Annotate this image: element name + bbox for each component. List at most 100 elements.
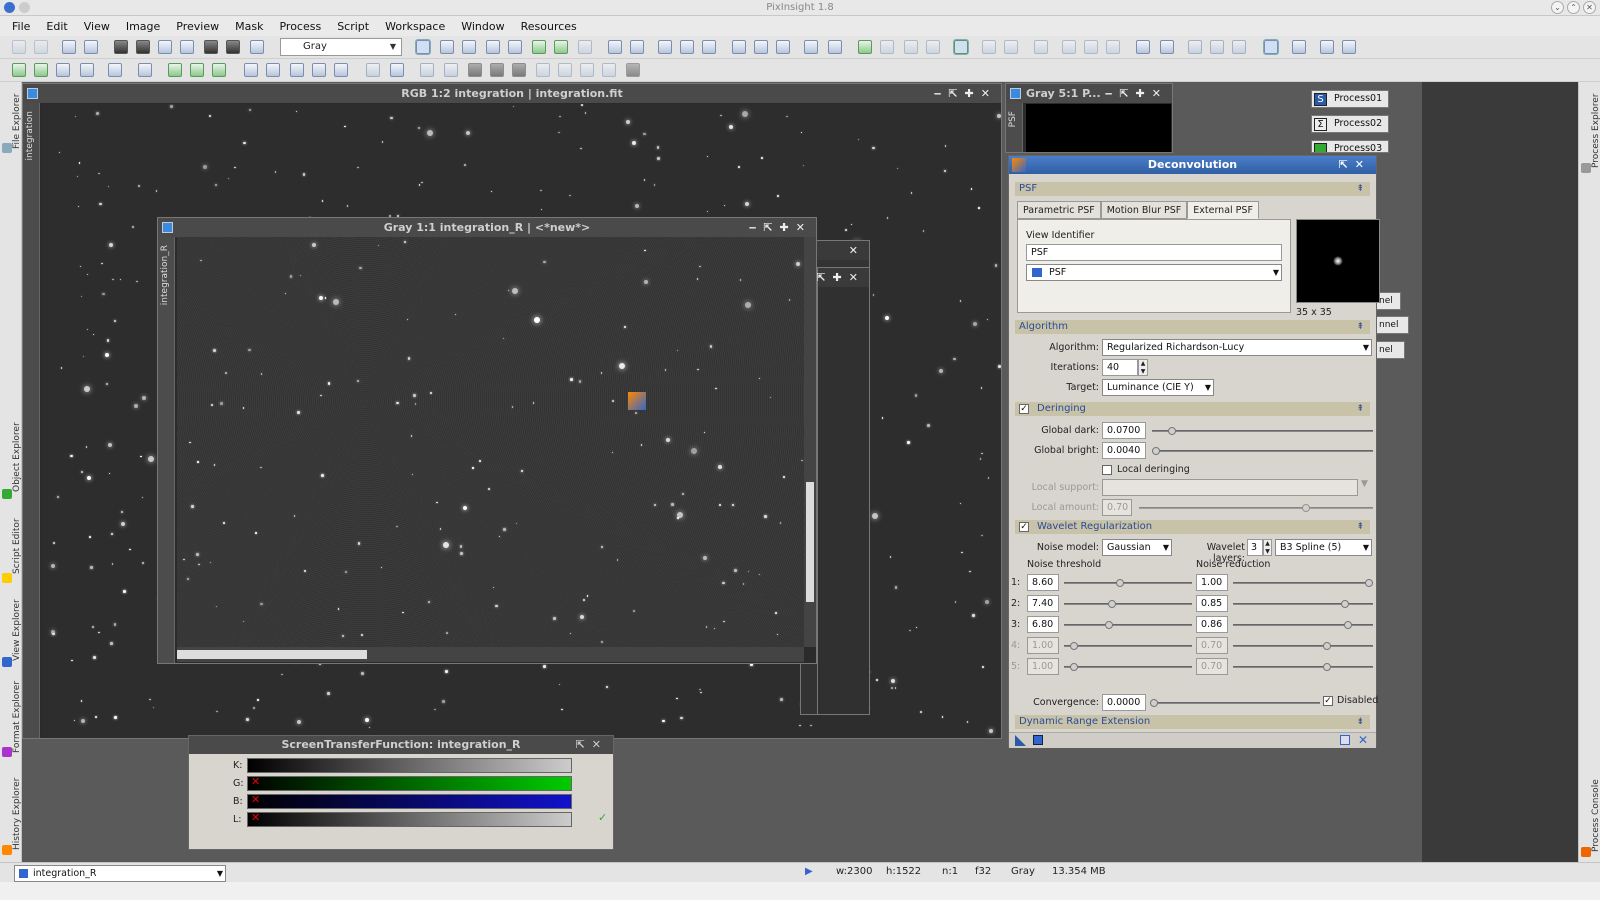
duplicate-icon[interactable] <box>84 40 98 54</box>
view-k-icon[interactable] <box>602 63 616 77</box>
menu-process[interactable]: Process <box>271 20 329 33</box>
view-h-icon[interactable] <box>536 63 550 77</box>
menu-workspace[interactable]: Workspace <box>377 20 453 33</box>
process-icon-3[interactable]: Process03 <box>1311 140 1389 153</box>
horizontal-scrollbar[interactable] <box>177 647 804 662</box>
preview-icon[interactable] <box>180 40 194 54</box>
window-r-controls[interactable]: ‒⇱✚✕ <box>749 218 812 237</box>
menu-window[interactable]: Window <box>453 20 512 33</box>
nav-n-icon[interactable] <box>1320 40 1334 54</box>
stf-l-bar[interactable] <box>247 812 572 827</box>
vertical-scrollbar[interactable] <box>804 237 816 647</box>
mask-icon[interactable] <box>114 40 128 54</box>
tab-parametric-psf[interactable]: Parametric PSF <box>1017 201 1101 219</box>
nav-m-icon[interactable] <box>1292 40 1306 54</box>
menu-script[interactable]: Script <box>329 20 377 33</box>
file-explorer-tab[interactable]: File Explorer <box>2 86 22 156</box>
edit-preview-icon[interactable] <box>554 40 568 54</box>
stf-b-disable-icon[interactable]: ✕ <box>251 793 260 806</box>
process-icon-2[interactable]: Σ Process02 <box>1311 115 1389 133</box>
menu-preview[interactable]: Preview <box>168 20 227 33</box>
process-console-tab[interactable]: Process Console <box>1581 772 1600 860</box>
stf-g-bar[interactable] <box>247 776 572 791</box>
zoom-c-icon[interactable] <box>702 40 716 54</box>
nav-h-icon[interactable] <box>1160 40 1174 54</box>
process-icon-6[interactable]: nel <box>1375 341 1405 359</box>
process-explorer-tab[interactable]: Process Explorer <box>1581 86 1600 176</box>
nav-c-icon[interactable] <box>1034 40 1048 54</box>
nav-j-icon[interactable] <box>1210 40 1224 54</box>
apply-icon[interactable] <box>1033 735 1043 745</box>
deconvolution-drag-icon[interactable] <box>628 392 646 410</box>
nav-a-icon[interactable] <box>982 40 996 54</box>
dynamic-range-section-header[interactable]: Dynamic Range Extension ⇟ <box>1015 715 1370 729</box>
menu-resources[interactable]: Resources <box>513 20 585 33</box>
background-window-b[interactable]: ⇱✚✕ <box>816 267 870 715</box>
iterations-input[interactable]: 40 <box>1102 359 1138 376</box>
convergence-input[interactable]: 0.0000 <box>1102 694 1146 711</box>
stf-b-bar[interactable] <box>247 794 572 809</box>
win-d-icon[interactable] <box>880 40 894 54</box>
deringing-section-header[interactable]: ✓ Deringing ⇞ <box>1015 402 1370 416</box>
view-id-tab[interactable]: integration <box>23 103 40 738</box>
noise-reduction-slider[interactable] <box>1233 579 1373 587</box>
win-f-icon[interactable] <box>926 40 940 54</box>
view-selector[interactable]: integration_R ▼ <box>14 865 226 882</box>
global-bright-slider[interactable] <box>1152 447 1373 455</box>
noise-reduction-input[interactable]: 1.00 <box>1196 574 1228 591</box>
stf-titlebar[interactable]: ScreenTransferFunction: integration_R ⇱✕ <box>189 736 613 754</box>
noise-threshold-slider[interactable] <box>1064 621 1192 629</box>
zoom-a-icon[interactable] <box>658 40 672 54</box>
psf-view-tab[interactable]: PSF <box>1006 103 1023 152</box>
arrange-icon[interactable] <box>776 40 790 54</box>
zoom-out-icon[interactable] <box>630 40 644 54</box>
view-c-icon[interactable] <box>420 63 434 77</box>
psf-canvas[interactable] <box>1026 104 1171 152</box>
image-window-r-titlebar[interactable]: Gray 1:1 integration_R | <*new*> ‒⇱✚✕ <box>158 218 816 237</box>
view-explorer-tab[interactable]: View Explorer <box>2 590 22 670</box>
play-icon[interactable]: ▶ <box>805 866 813 877</box>
open-icon[interactable] <box>62 40 76 54</box>
undo-icon[interactable] <box>12 40 26 54</box>
view-i-icon[interactable] <box>558 63 572 77</box>
view-j-icon[interactable] <box>580 63 594 77</box>
tool-e-icon[interactable] <box>108 63 122 77</box>
dialog-controls[interactable]: ⇱✕ <box>1339 156 1371 174</box>
view-select[interactable]: PSF ▼ <box>1026 264 1282 281</box>
zoom-1-icon[interactable] <box>486 40 500 54</box>
tool-d-icon[interactable] <box>80 63 94 77</box>
tool-f-icon[interactable] <box>138 63 152 77</box>
rotate-a-icon[interactable] <box>244 63 258 77</box>
view-e-icon[interactable] <box>468 63 482 77</box>
mirror-h-icon[interactable] <box>312 63 326 77</box>
view-f-icon[interactable] <box>490 63 504 77</box>
noise-threshold-input[interactable]: 6.80 <box>1027 616 1059 633</box>
redo-icon[interactable] <box>34 40 48 54</box>
nav-d-icon[interactable] <box>1062 40 1076 54</box>
invert-mask-icon[interactable] <box>158 40 172 54</box>
stf-ok-icon[interactable]: ✓ <box>598 811 607 824</box>
stf-k-bar[interactable] <box>247 758 572 773</box>
readout-icon[interactable] <box>532 40 546 54</box>
win-g-icon[interactable] <box>953 39 969 55</box>
view-g-icon[interactable] <box>512 63 526 77</box>
view-identifier-input[interactable]: PSF <box>1026 244 1282 261</box>
pointer-icon[interactable] <box>578 40 592 54</box>
convergence-slider[interactable] <box>1150 699 1320 707</box>
mirror-v-icon[interactable] <box>334 63 348 77</box>
noise-threshold-slider[interactable] <box>1064 579 1192 587</box>
history-explorer-tab[interactable]: History Explorer <box>2 770 22 858</box>
global-bright-input[interactable]: 0.0040 <box>1102 442 1146 459</box>
tab-external-psf[interactable]: External PSF <box>1187 201 1259 219</box>
channel-combo[interactable]: Gray ▼ <box>280 38 402 56</box>
nav-b-icon[interactable] <box>1004 40 1018 54</box>
tool-h-icon[interactable] <box>190 63 204 77</box>
zoom-fit-icon[interactable] <box>462 40 476 54</box>
noise-model-select[interactable]: Gaussian ▼ <box>1102 539 1172 556</box>
fit-icon[interactable] <box>440 40 454 54</box>
win-e-icon[interactable] <box>904 40 918 54</box>
tool-i-icon[interactable] <box>212 63 226 77</box>
view-l-icon[interactable] <box>626 63 640 77</box>
window-controls[interactable]: ‒⇱✚✕ <box>934 84 997 103</box>
deconvolution-dialog[interactable]: Deconvolution ⇱✕ PSF ⇞ Parametric PSF Moti… <box>1008 155 1380 748</box>
